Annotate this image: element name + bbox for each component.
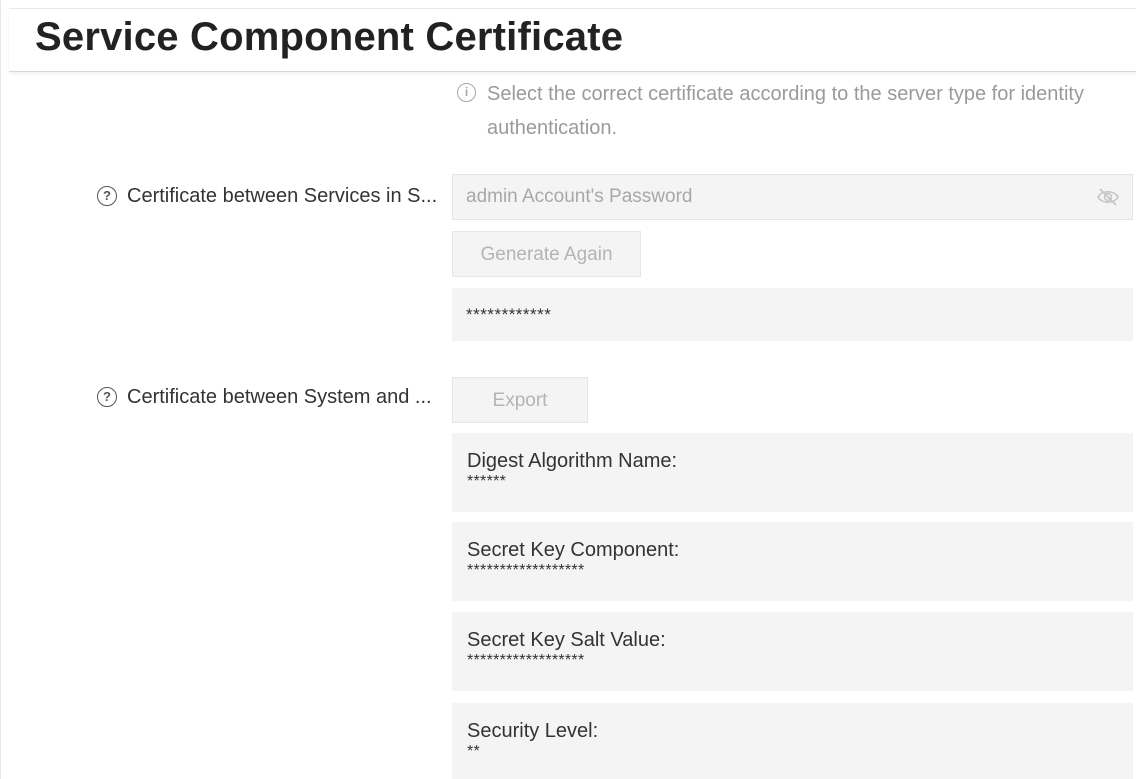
certificate-masked-value: ************ — [452, 288, 1133, 341]
page-title: Service Component Certificate — [35, 15, 624, 59]
digest-algorithm-label: Digest Algorithm Name: — [467, 450, 678, 472]
secret-key-salt-label: Secret Key Salt Value: — [467, 629, 666, 651]
help-icon[interactable]: ? — [97, 186, 117, 206]
page-header: Service Component Certificate — [9, 8, 1136, 72]
export-button[interactable]: Export — [452, 377, 588, 423]
page: Service Component Certificate i Select t… — [0, 0, 1136, 779]
secret-key-salt-value: ****************** — [467, 652, 585, 669]
security-level-label: Security Level: — [467, 720, 599, 742]
password-input[interactable] — [453, 175, 1096, 219]
system-certificate-label: ? Certificate between System and ... — [97, 386, 453, 409]
services-certificate-label: ? Certificate between Services in S... — [97, 185, 453, 208]
secret-key-component-card: Secret Key Component: ****************** — [452, 522, 1133, 601]
services-certificate-label-text: Certificate between Services in S... — [127, 185, 438, 207]
secret-key-salt-card: Secret Key Salt Value: *****************… — [452, 612, 1133, 691]
secret-key-component-value: ****************** — [467, 562, 585, 579]
security-level-value: ** — [467, 743, 481, 760]
system-certificate-label-text: Certificate between System and ... — [127, 386, 432, 408]
digest-algorithm-card: Digest Algorithm Name: ****** — [452, 433, 1133, 512]
eye-hidden-icon[interactable] — [1096, 187, 1120, 207]
security-level-card: Security Level: ** — [452, 703, 1133, 779]
digest-algorithm-value: ****** — [467, 473, 507, 490]
hint-text: Select the correct certificate according… — [487, 83, 1084, 139]
hint-message: i Select the correct certificate accordi… — [457, 77, 1097, 145]
password-field[interactable] — [452, 174, 1133, 220]
secret-key-component-label: Secret Key Component: — [467, 539, 680, 561]
generate-again-button[interactable]: Generate Again — [452, 231, 641, 277]
help-icon[interactable]: ? — [97, 387, 117, 407]
info-icon: i — [457, 83, 476, 102]
